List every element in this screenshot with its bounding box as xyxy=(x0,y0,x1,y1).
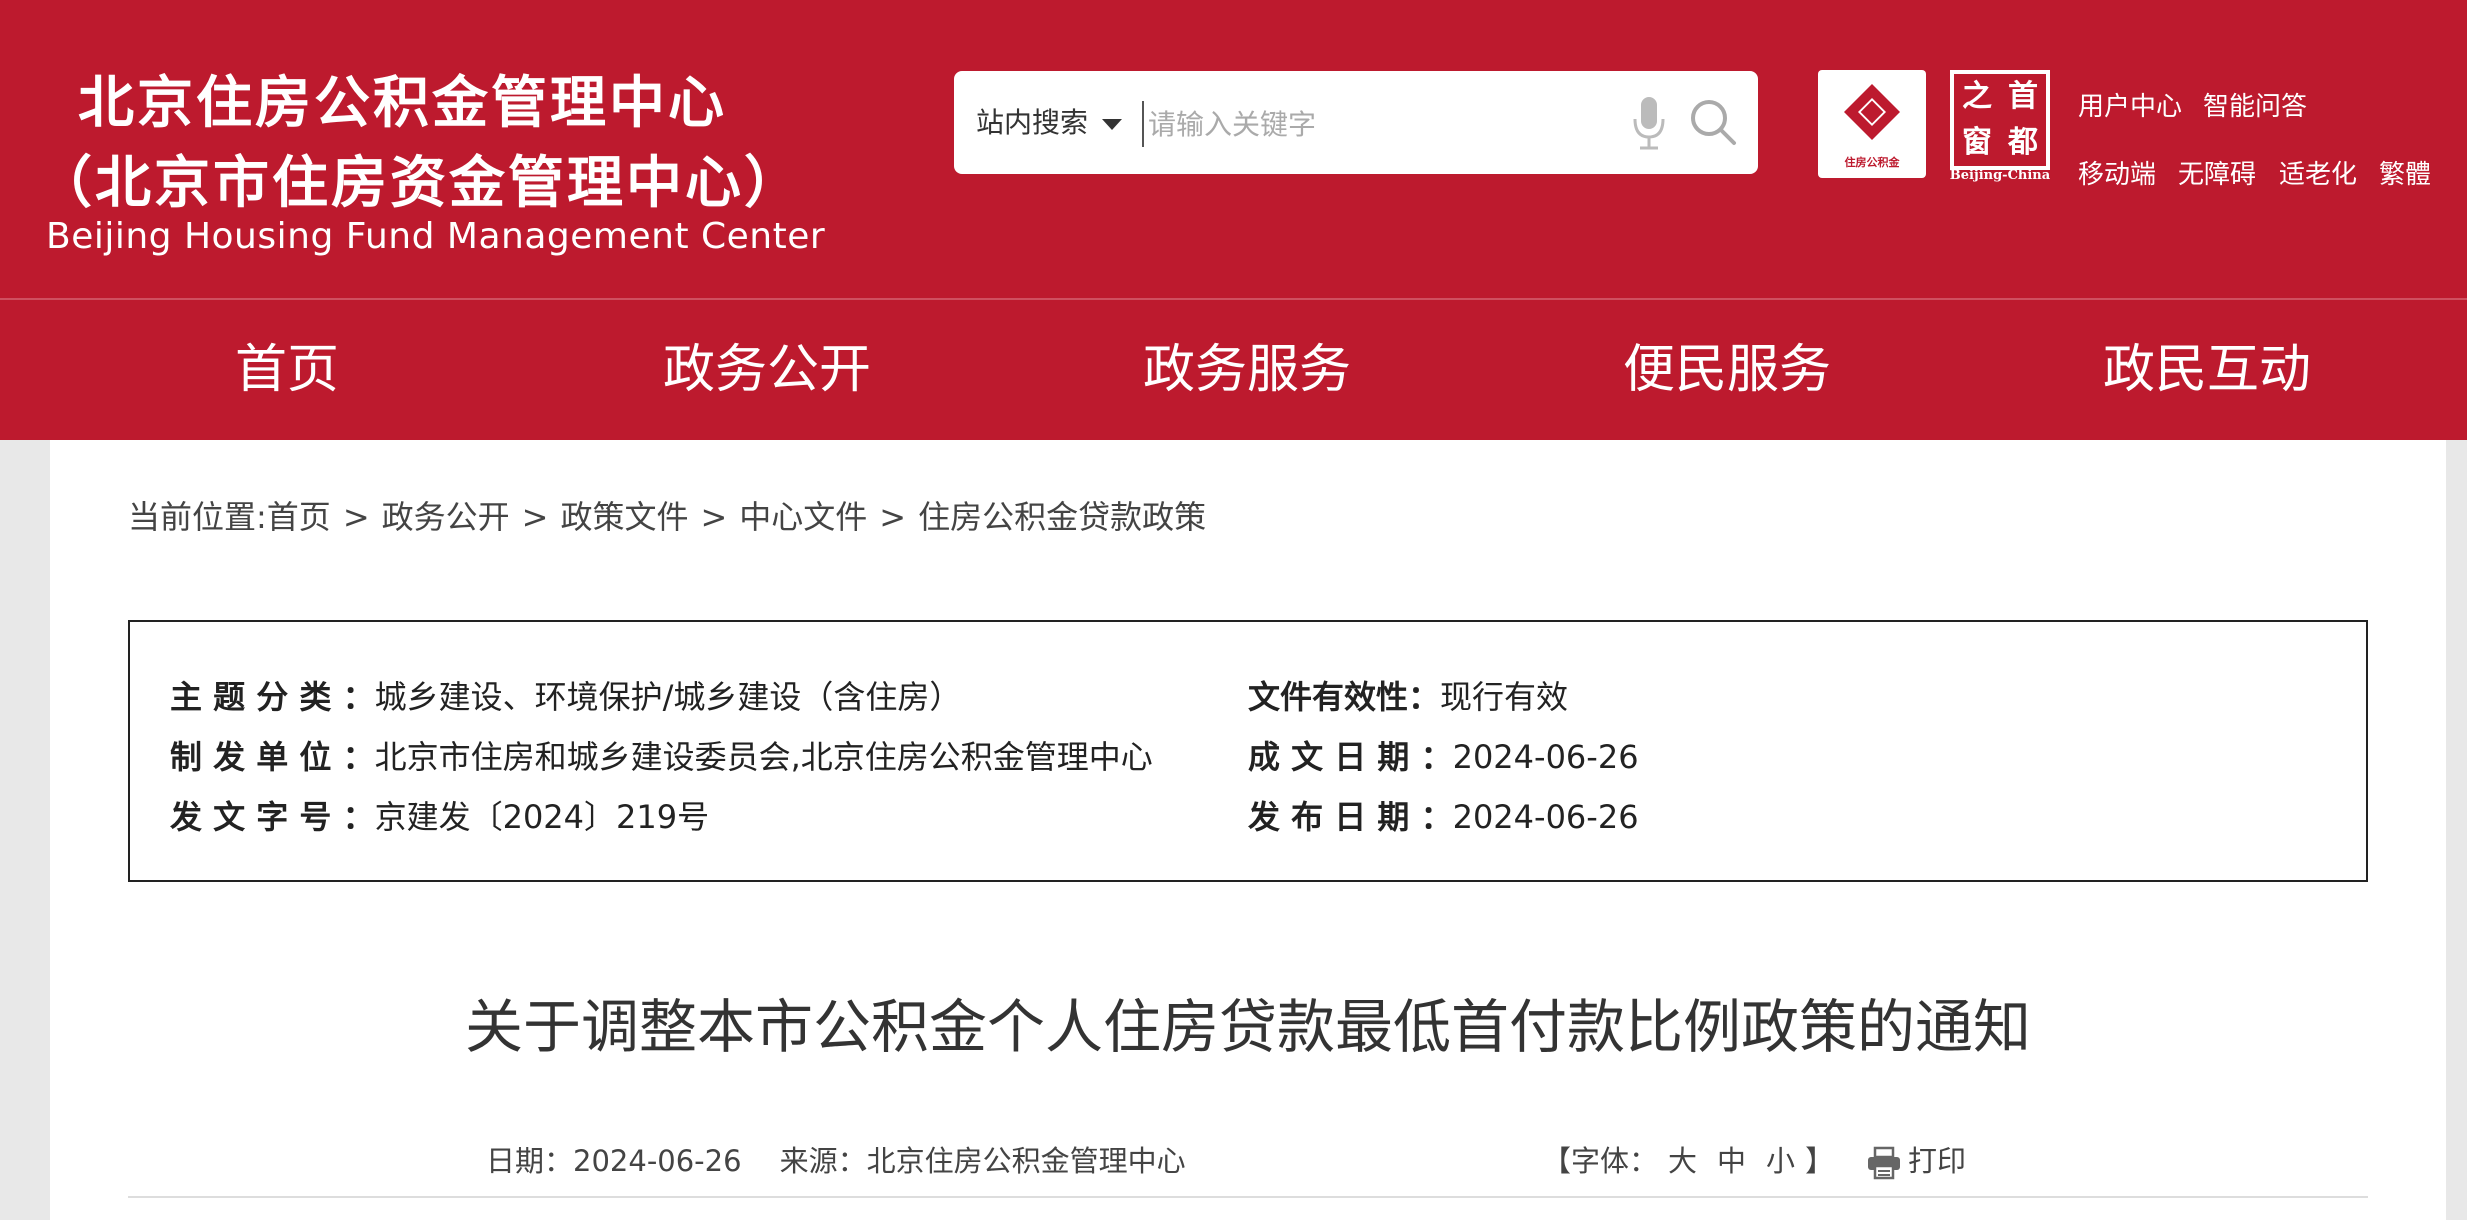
search-input[interactable] xyxy=(1142,101,1570,147)
link-elderly-mode[interactable]: 适老化 xyxy=(2279,154,2357,191)
housing-fund-logo-text: 住房公积金 xyxy=(1844,156,1900,169)
nav-interaction[interactable]: 政民互动 xyxy=(2057,300,2357,440)
search-icon[interactable] xyxy=(1688,97,1738,147)
link-user-center[interactable]: 用户中心 xyxy=(2078,86,2182,123)
meta-issuer: 制 发 单 位 ：北京市住房和城乡建设委员会,北京住房公积金管理中心 xyxy=(170,732,1153,778)
meta-topic: 主 题 分 类 ：城乡建设、环境保护/城乡建设（含住房） xyxy=(170,672,961,718)
meta-written-date-label: 成 文 日 期 ： xyxy=(1248,738,1453,776)
font-size-prefix: 【字体： xyxy=(1542,1144,1659,1178)
breadcrumb-item-policy[interactable]: 政策文件 xyxy=(560,498,688,536)
link-mobile[interactable]: 移动端 xyxy=(2078,154,2156,191)
article-source-label: 来源： xyxy=(779,1144,867,1178)
printer-icon xyxy=(1868,1146,1900,1180)
breadcrumb-separator: > xyxy=(700,498,728,536)
link-traditional-chinese[interactable]: 繁體 xyxy=(2379,154,2431,191)
breadcrumb-item-center-docs[interactable]: 中心文件 xyxy=(739,498,867,536)
nav-gov-services[interactable]: 政务服务 xyxy=(1097,300,1397,440)
article-date-value: 2024-06-26 xyxy=(573,1144,742,1178)
meta-validity-value: 现行有效 xyxy=(1440,678,1569,716)
meta-validity-label: 文件有效性： xyxy=(1248,678,1441,716)
capital-window-logo[interactable]: 之 首 窗 都 xyxy=(1950,70,2050,170)
font-size-suffix: 】 xyxy=(1805,1144,1835,1178)
site-title-en: Beijing Housing Fund Management Center xyxy=(46,216,826,257)
font-size-small-button[interactable]: 小 xyxy=(1766,1144,1795,1178)
breadcrumb-prefix: 当前位置: xyxy=(128,498,267,536)
main-content: 当前位置:首页 > 政务公开 > 政策文件 > 中心文件 > 住房公积金贷款政策 主 题 分 类… xyxy=(50,440,2446,1220)
breadcrumb-item-gov-open[interactable]: 政务公开 xyxy=(382,498,510,536)
top-bar: 北京住房公积金管理中心 （北京市住房资金管理中心） Beijing Housin… xyxy=(0,0,2467,298)
meta-topic-value: 城乡建设、环境保护/城乡建设（含住房） xyxy=(374,678,962,716)
meta-written-date-value: 2024-06-26 xyxy=(1452,738,1639,776)
meta-topic-label: 主 题 分 类 ： xyxy=(170,678,375,716)
font-size-medium-button[interactable]: 中 xyxy=(1717,1144,1746,1178)
meta-docno-label: 发 文 字 号 ： xyxy=(170,798,375,836)
search-scope-dropdown[interactable]: 站内搜索 xyxy=(976,71,1123,174)
breadcrumb-separator: > xyxy=(342,498,370,536)
mic-icon[interactable] xyxy=(1630,95,1668,151)
meta-published-date-label: 发 布 日 期 ： xyxy=(1248,798,1453,836)
article-source-value: 北京住房公积金管理中心 xyxy=(866,1144,1186,1178)
site-subtitle: （北京市住房资金管理中心） xyxy=(36,151,803,216)
article-date-source: 日期：2024-06-26 来源：北京住房公积金管理中心 xyxy=(486,1138,1186,1180)
meta-issuer-value: 北京市住房和城乡建设委员会,北京住房公积金管理中心 xyxy=(374,738,1153,776)
breadcrumb-item-home[interactable]: 首页 xyxy=(267,498,331,536)
housing-fund-logo[interactable]: 住房公积金 xyxy=(1818,70,1926,178)
meta-issuer-label: 制 发 单 位 ： xyxy=(170,738,375,776)
capital-window-char: 都 xyxy=(2008,125,2038,160)
nav-home[interactable]: 首页 xyxy=(137,300,437,440)
capital-window-char: 首 xyxy=(2008,79,2038,114)
capital-window-char: 之 xyxy=(1962,79,1992,114)
nav-public-services[interactable]: 便民服务 xyxy=(1577,300,1877,440)
search-scope-label: 站内搜索 xyxy=(976,106,1089,139)
capital-window-en: Beijing-China xyxy=(1949,168,2051,183)
capital-window-char: 窗 xyxy=(1962,125,1992,160)
meta-validity: 文件有效性：现行有效 xyxy=(1248,672,1568,718)
link-accessibility[interactable]: 无障碍 xyxy=(2178,154,2256,191)
meta-written-date: 成 文 日 期 ：2024-06-26 xyxy=(1248,732,1639,778)
nav-gov-affairs-open[interactable]: 政务公开 xyxy=(617,300,917,440)
search-box: 站内搜索 xyxy=(954,71,1758,174)
link-smart-qa[interactable]: 智能问答 xyxy=(2203,86,2307,123)
site-header: 北京住房公积金管理中心 （北京市住房资金管理中心） Beijing Housin… xyxy=(0,0,2467,440)
meta-docno: 发 文 字 号 ：京建发〔2024〕219号 xyxy=(170,792,709,838)
info-divider xyxy=(128,1196,2368,1198)
meta-published-date-value: 2024-06-26 xyxy=(1452,798,1639,836)
font-size-large-button[interactable]: 大 xyxy=(1668,1144,1697,1178)
print-label: 打印 xyxy=(1908,1144,1967,1178)
breadcrumb-separator: > xyxy=(521,498,549,536)
breadcrumb: 当前位置:首页 > 政务公开 > 政策文件 > 中心文件 > 住房公积金贷款政策 xyxy=(128,492,1206,538)
article-date-label: 日期： xyxy=(486,1144,574,1178)
meta-published-date: 发 布 日 期 ：2024-06-26 xyxy=(1248,792,1639,838)
meta-docno-value: 京建发〔2024〕219号 xyxy=(374,798,710,836)
document-meta-box: 主 题 分 类 ：城乡建设、环境保护/城乡建设（含住房） 制 发 单 位 ：北京… xyxy=(128,620,2368,882)
print-button[interactable]: 打印 xyxy=(1866,1138,1966,1180)
site-title[interactable]: 北京住房公积金管理中心 xyxy=(78,58,727,139)
main-nav: 首页 政务公开 政务服务 便民服务 政民互动 xyxy=(0,300,2467,440)
chevron-down-icon xyxy=(1102,118,1123,130)
font-size-controls: 【字体： 大中小】 xyxy=(1542,1138,1834,1180)
breadcrumb-separator: > xyxy=(879,498,907,536)
breadcrumb-item-loan-policy[interactable]: 住房公积金贷款政策 xyxy=(918,498,1206,536)
article-title: 关于调整本市公积金个人住房贷款最低首付款比例政策的通知 xyxy=(464,993,2031,1061)
